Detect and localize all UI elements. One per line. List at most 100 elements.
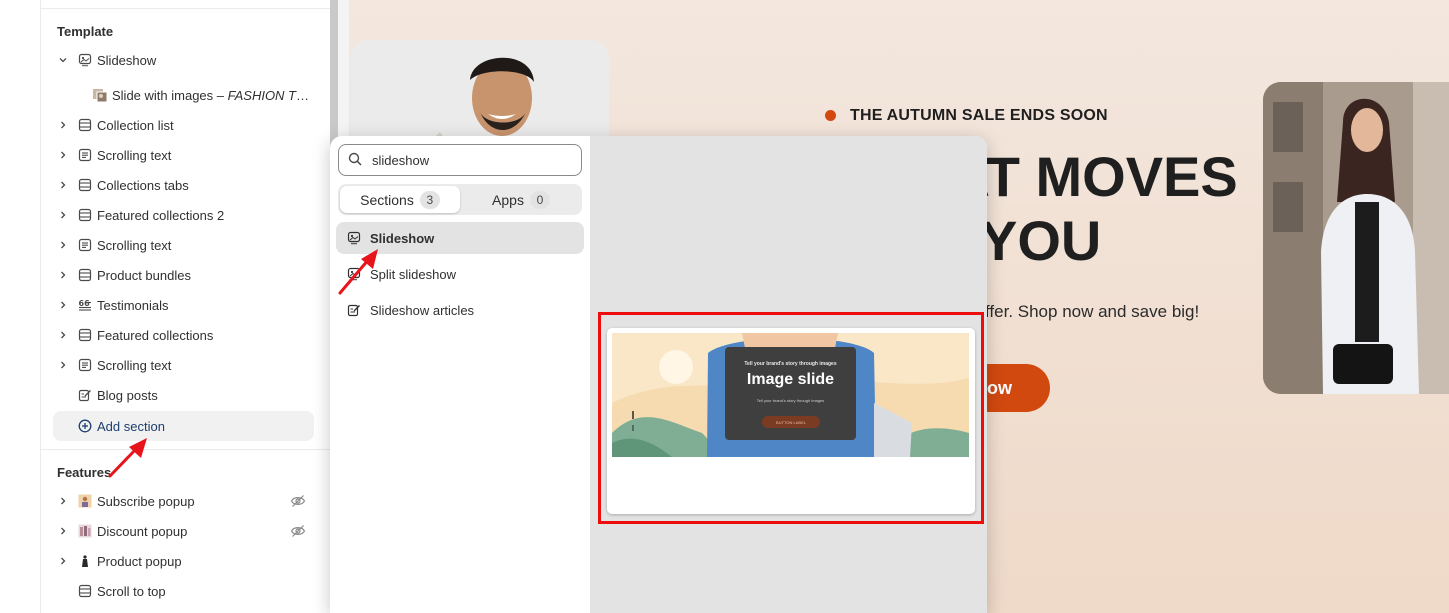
sidebar-item-testimonials[interactable]: 66 Testimonials: [53, 290, 314, 320]
chevron-right-icon[interactable]: [53, 551, 73, 571]
sale-eyebrow: THE AUTUMN SALE ENDS SOON: [850, 107, 1108, 124]
sidebar-item-scrolling-text[interactable]: Scrolling text: [53, 140, 314, 170]
sidebar-item-scroll-to-top[interactable]: Scroll to top: [53, 576, 314, 606]
blog-icon: [344, 300, 364, 320]
sidebar-item-featured-collections[interactable]: Featured collections: [53, 320, 314, 350]
slideshow-icon: [75, 50, 95, 70]
chevron-right-icon[interactable]: [53, 295, 73, 315]
chevron-right-icon[interactable]: [53, 491, 73, 511]
sidebar-item-label: Discount popup: [97, 523, 188, 539]
block-name: Slide with images: [112, 87, 214, 103]
sidebar-item-label: Testimonials: [97, 297, 169, 313]
result-split-slideshow[interactable]: Split slideshow: [336, 258, 584, 290]
sidebar-item-blog-posts[interactable]: Blog posts: [53, 380, 314, 410]
result-label: Slideshow articles: [370, 302, 475, 318]
preview-description: Tell your brand's story through images: [756, 398, 825, 403]
chevron-right-icon[interactable]: [53, 265, 73, 285]
popup-thumbnail-icon: [75, 491, 95, 511]
svg-text:66: 66: [79, 299, 91, 308]
text-section-icon: [75, 145, 95, 165]
slideshow-icon: [344, 228, 364, 248]
sidebar-item-product-bundles[interactable]: Product bundles: [53, 260, 314, 290]
result-slideshow-articles[interactable]: Slideshow articles: [336, 294, 584, 326]
count-badge: 0: [529, 190, 550, 209]
chevron-right-icon[interactable]: [53, 355, 73, 375]
section-icon: [75, 581, 95, 601]
sidebar-item-label: Blog posts: [97, 387, 158, 403]
sidebar-item-label: Scrolling text: [97, 237, 172, 253]
result-label: Split slideshow: [370, 266, 456, 282]
search-input[interactable]: [372, 152, 572, 168]
chevron-placeholder: [53, 385, 73, 405]
hero-button-label: ow: [987, 377, 1012, 398]
sidebar-divider: [41, 8, 330, 9]
sale-dot: [825, 110, 836, 121]
section-icon: [75, 205, 95, 225]
sidebar-item-scrolling-text[interactable]: Scrolling text: [53, 230, 314, 260]
result-slideshow[interactable]: Slideshow: [336, 222, 584, 254]
group-title-template: Template: [57, 24, 114, 39]
sidebar-item-label: Slideshow: [97, 52, 157, 68]
text-section-icon: [75, 355, 95, 375]
chevron-right-icon[interactable]: [53, 325, 73, 345]
group-title-features: Features: [57, 465, 112, 480]
chevron-right-icon[interactable]: [53, 235, 73, 255]
sidebar-divider: [41, 449, 330, 450]
chevron-down-icon[interactable]: [53, 50, 73, 70]
chevron-placeholder: [53, 581, 73, 601]
sidebar-item-scrolling-text[interactable]: Scrolling text: [53, 350, 314, 380]
preview-eyebrow: Tell your brand's story through images: [744, 361, 837, 367]
chevron-right-icon[interactable]: [53, 175, 73, 195]
sidebar-item-product-popup[interactable]: Product popup: [53, 546, 314, 576]
tab-sections[interactable]: Sections 3: [340, 186, 460, 213]
preview-button: BUTTON LABEL: [762, 416, 820, 428]
search-icon: [348, 152, 362, 169]
tab-apps[interactable]: Apps 0: [462, 186, 580, 213]
sidebar-item-discount-popup[interactable]: Discount popup: [53, 516, 314, 546]
image-thumbnail-icon: [90, 85, 110, 105]
block-subtitle: FASHION TH...: [227, 87, 314, 103]
tab-label: Sections: [360, 191, 414, 208]
sidebar-item-featured-collections-2[interactable]: Featured collections 2: [53, 200, 314, 230]
sidebar-item-subscribe-popup[interactable]: Subscribe popup: [53, 486, 314, 516]
add-section-button[interactable]: Add section: [53, 411, 314, 441]
tab-label: Apps: [492, 191, 524, 208]
popup-thumbnail-icon: [75, 521, 95, 541]
section-icon: [75, 265, 95, 285]
preview-title: Image slide: [746, 371, 835, 388]
section-preview-card[interactable]: Tell your brand's story through images I…: [607, 328, 975, 514]
eye-off-icon[interactable]: [288, 521, 308, 541]
sidebar-item-collections-tabs[interactable]: Collections tabs: [53, 170, 314, 200]
preview-content-box: Tell your brand's story through images I…: [725, 347, 856, 440]
chevron-right-icon[interactable]: [53, 205, 73, 225]
text-section-icon: [75, 235, 95, 255]
chevron-right-icon[interactable]: [53, 145, 73, 165]
count-badge: 3: [419, 190, 440, 209]
hero-subheading: ffer. Shop now and save big!: [985, 302, 1200, 321]
sidebar-item-label: Featured collections: [97, 327, 214, 343]
chevron-right-icon[interactable]: [53, 521, 73, 541]
chevron-right-icon[interactable]: [53, 115, 73, 135]
section-icon: [75, 175, 95, 195]
eye-off-icon[interactable]: [288, 491, 308, 511]
highlight-frame: Tell your brand's story through images I…: [598, 312, 984, 524]
quote-icon: 66: [75, 295, 95, 315]
sidebar-item-slideshow[interactable]: Slideshow: [53, 45, 314, 75]
section-icon: [75, 115, 95, 135]
sidebar-item-label: Subscribe popup: [97, 493, 195, 509]
slideshow-icon: [344, 264, 364, 284]
sidebar-item-label: Scrolling text: [97, 147, 172, 163]
section-search[interactable]: [338, 144, 582, 176]
add-section-popover: Sections 3 Apps 0 Slideshow Split slides…: [330, 136, 987, 613]
blog-icon: [75, 385, 95, 405]
sidebar-item-label: Product bundles: [97, 267, 191, 283]
sidebar-item-slide-with-images[interactable]: Slide with images – FASHION TH...: [88, 80, 314, 110]
sidebar-item-label: Collections tabs: [97, 177, 189, 193]
chevron-placeholder: [53, 416, 73, 436]
add-section-label: Add section: [97, 418, 165, 434]
picker-tabs: Sections 3 Apps 0: [338, 184, 582, 215]
plus-circle-icon: [75, 416, 95, 436]
sidebar-item-collection-list[interactable]: Collection list: [53, 110, 314, 140]
sidebar-item-label: Product popup: [97, 553, 182, 569]
editor-sidebar: Template Slideshow Slide with images – F…: [0, 0, 330, 613]
